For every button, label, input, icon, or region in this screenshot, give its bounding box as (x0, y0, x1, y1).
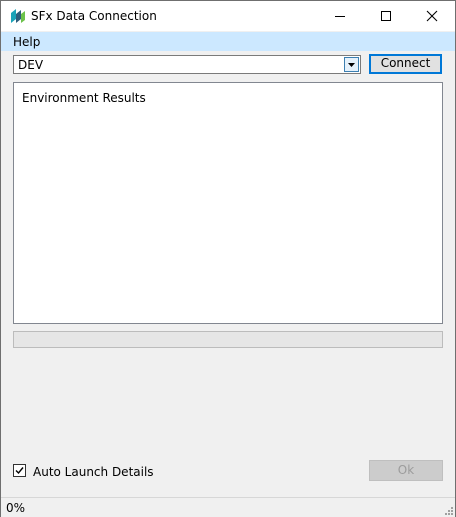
environment-dropdown[interactable]: DEV (13, 55, 361, 74)
maximize-button[interactable] (363, 1, 409, 31)
auto-launch-checkbox[interactable] (13, 464, 26, 477)
close-button[interactable] (409, 1, 455, 31)
menu-bar: Help (1, 32, 455, 51)
sfx-app-icon (10, 8, 26, 24)
progress-bar (13, 331, 443, 348)
connect-button[interactable]: Connect (369, 54, 442, 74)
status-progress-text: 0% (6, 501, 26, 515)
ok-button[interactable]: Ok (369, 460, 443, 481)
checkmark-icon (15, 467, 24, 475)
title-bar[interactable]: SFx Data Connection (1, 1, 455, 31)
minimize-icon (335, 16, 345, 17)
menu-item-help[interactable]: Help (13, 35, 40, 49)
close-icon (426, 10, 438, 22)
maximize-icon (381, 11, 391, 21)
app-window: SFx Data Connection Help DEV Connect Env… (0, 0, 456, 517)
dropdown-arrow-button[interactable] (344, 57, 359, 72)
environment-value: DEV (18, 58, 44, 72)
chevron-down-icon (348, 63, 355, 67)
status-bar: 0% (1, 497, 455, 517)
auto-launch-label[interactable]: Auto Launch Details (33, 465, 154, 479)
window-title: SFx Data Connection (31, 9, 157, 23)
minimize-button[interactable] (317, 1, 363, 31)
environment-results-panel[interactable]: Environment Results (13, 82, 443, 324)
results-text: Environment Results (22, 91, 146, 105)
resize-grip-icon[interactable] (443, 505, 453, 515)
